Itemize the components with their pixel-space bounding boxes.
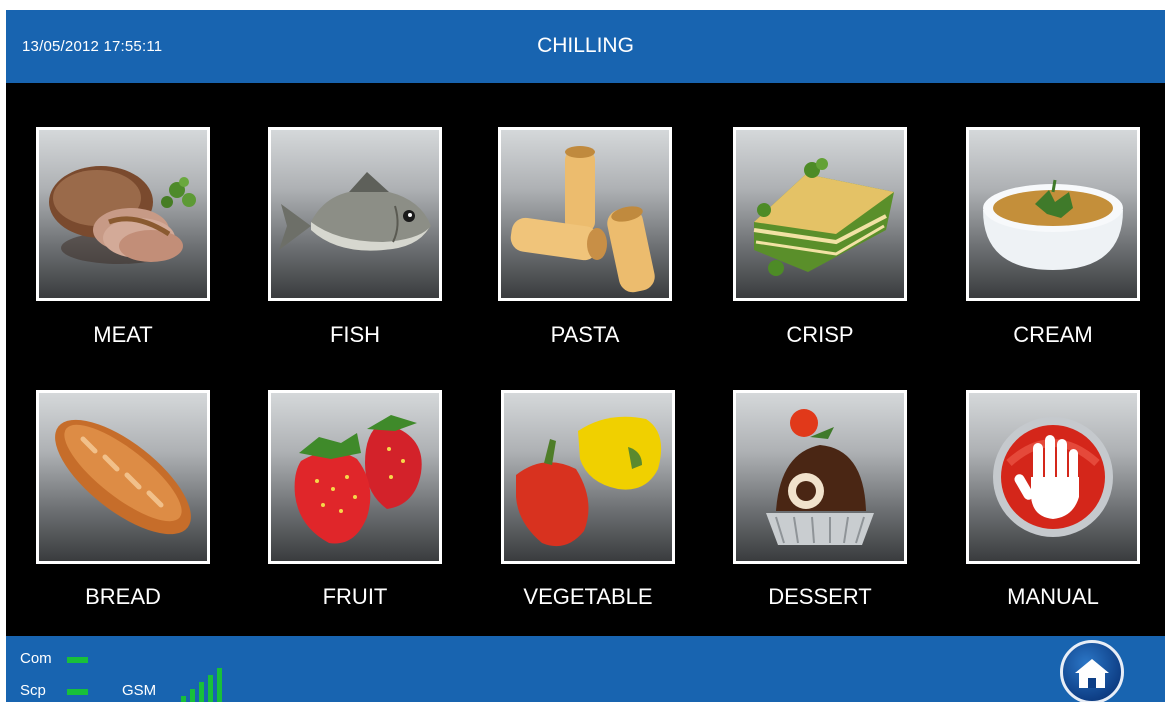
crisp-button[interactable] — [733, 127, 907, 301]
pasta-label: PASTA — [550, 322, 620, 347]
pasta-icon — [510, 146, 655, 293]
vegetable-label: VEGETABLE — [523, 584, 653, 609]
meat-label: MEAT — [93, 322, 153, 347]
fish-icon — [279, 172, 431, 251]
meat-button[interactable] — [36, 127, 210, 301]
dessert-icon — [766, 409, 874, 545]
fruit-label: FRUIT — [322, 584, 388, 609]
vegetable-icon — [516, 416, 662, 547]
scp-status-indicator — [67, 689, 88, 695]
pasta-button[interactable] — [498, 127, 672, 301]
scp-label: Scp — [20, 682, 46, 699]
bread-button[interactable] — [36, 390, 210, 564]
gsm-signal-bar — [181, 696, 186, 702]
dessert-label: DESSERT — [768, 584, 872, 609]
gsm-signal-bar — [190, 689, 195, 702]
manual-button[interactable] — [966, 390, 1140, 564]
crisp-label: CRISP — [786, 322, 854, 347]
gsm-label: GSM — [122, 682, 157, 699]
fish-button[interactable] — [268, 127, 442, 301]
header-bar: 13/05/2012 17:55:11 CHILLING — [6, 10, 1165, 83]
cream-label: CREAM — [1013, 322, 1093, 347]
cream-icon — [983, 179, 1123, 270]
gsm-signal-bar — [217, 668, 222, 702]
cream-button[interactable] — [966, 127, 1140, 301]
dessert-button[interactable] — [733, 390, 907, 564]
manual-stop-hand-icon — [993, 417, 1113, 537]
bread-label: BREAD — [85, 584, 161, 609]
home-icon — [1075, 659, 1109, 688]
fish-label: FISH — [329, 322, 381, 347]
meat-icon — [49, 166, 196, 264]
gsm-signal-bar — [199, 682, 204, 702]
status-bar: Com Scp GSM — [6, 636, 1165, 702]
vegetable-button[interactable] — [501, 390, 675, 564]
gsm-signal-bar — [208, 675, 213, 702]
com-label: Com — [20, 650, 52, 667]
bread-icon — [55, 419, 191, 535]
home-button[interactable] — [1060, 640, 1124, 702]
page-title: CHILLING — [537, 34, 634, 57]
crisp-icon — [753, 158, 894, 276]
gsm-signal-icon — [181, 666, 233, 702]
com-status-indicator — [67, 657, 88, 663]
fruit-button[interactable] — [268, 390, 442, 564]
screen: 13/05/2012 17:55:11 CHILLING MEAT FISH P… — [6, 10, 1165, 702]
fruit-icon — [294, 415, 422, 544]
manual-label: MANUAL — [1007, 584, 1099, 609]
